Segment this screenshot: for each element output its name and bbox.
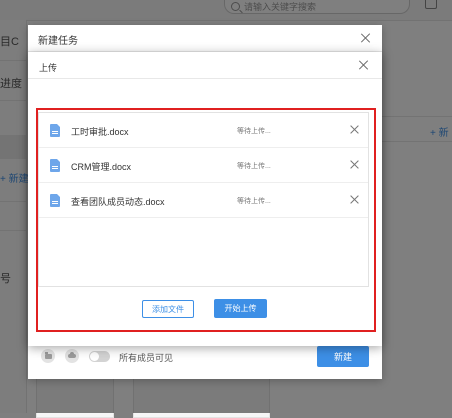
file-status: 等待上传... [237,128,271,135]
file-list: 工时审批.docx 等待上传... CRM管理.docx 等待上传... 查看团… [38,112,369,287]
remove-file-icon[interactable] [350,125,359,134]
upload-dialog-header: 上传 [28,52,382,79]
remove-file-icon[interactable] [350,195,359,204]
visibility-toggle[interactable] [89,351,110,362]
docx-file-icon [50,194,60,207]
upload-dialog: 上传 工时审批.docx 等待上传... CRM管理.docx 等待上传... … [28,52,382,346]
new-task-dialog-header: 新建任务 [28,25,382,52]
file-row: CRM管理.docx 等待上传... [39,148,368,183]
attach-folder-button[interactable] [41,349,55,363]
folder-icon [44,351,52,359]
new-task-dialog-title: 新建任务 [38,36,78,47]
file-row: 工时审批.docx 等待上传... [39,113,368,148]
file-status: 等待上传... [237,198,271,205]
file-status: 等待上传... [237,163,271,170]
visibility-label: 所有成员可见 [119,353,174,363]
file-row: 查看团队成员动态.docx 等待上传... [39,183,368,218]
add-file-button[interactable]: 添加文件 [142,300,194,318]
create-button[interactable]: 新建 [317,346,369,367]
docx-file-icon [50,159,60,172]
remove-file-icon[interactable] [350,160,359,169]
toggle-knob [90,352,99,361]
file-name: CRM管理.docx [71,162,132,172]
attach-cloud-button[interactable] [65,349,79,363]
file-name: 查看团队成员动态.docx [71,197,165,207]
close-icon[interactable] [359,60,369,70]
upload-dialog-title: 上传 [39,63,58,73]
start-upload-button[interactable]: 开始上传 [214,299,267,318]
cloud-icon [68,352,76,358]
docx-file-icon [50,124,60,137]
close-icon[interactable] [361,33,371,43]
file-name: 工时审批.docx [71,127,129,137]
